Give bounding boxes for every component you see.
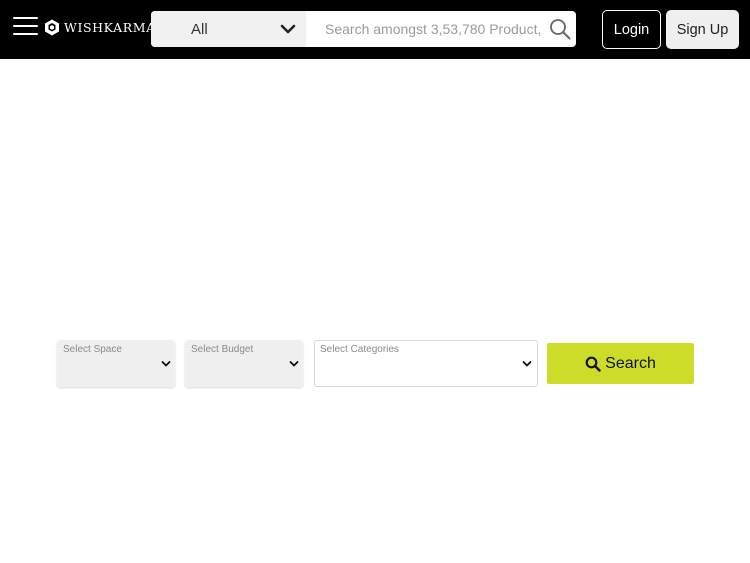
select-budget-label: Select Budget [191, 344, 254, 355]
search-input[interactable] [306, 11, 544, 47]
header-bar: WISHKARMA All Login Sign Up [0, 0, 750, 59]
search-button-label: Search [605, 354, 656, 372]
select-space-label: Select Space [63, 344, 122, 355]
menu-icon[interactable] [13, 16, 38, 36]
logo[interactable]: WISHKARMA [44, 17, 156, 37]
select-categories-label: Select Categories [320, 344, 399, 355]
search-icon [585, 356, 601, 372]
select-space-dropdown[interactable]: Select Space [57, 340, 175, 387]
category-select[interactable]: All [151, 11, 306, 47]
chevron-down-icon [522, 361, 532, 367]
select-budget-dropdown[interactable]: Select Budget [185, 340, 303, 387]
select-categories-dropdown[interactable]: Select Categories [314, 340, 538, 387]
logo-icon [45, 19, 59, 35]
logo-text: WISHKARMA [64, 19, 156, 35]
chevron-down-icon [161, 361, 171, 367]
signup-button[interactable]: Sign Up [666, 10, 739, 49]
search-bar: All [151, 11, 576, 47]
search-icon[interactable] [548, 17, 572, 41]
chevron-down-icon [280, 24, 296, 34]
category-selected-value: All [191, 21, 208, 38]
search-button[interactable]: Search [547, 343, 694, 384]
login-button[interactable]: Login [602, 10, 661, 49]
chevron-down-icon [289, 361, 299, 367]
